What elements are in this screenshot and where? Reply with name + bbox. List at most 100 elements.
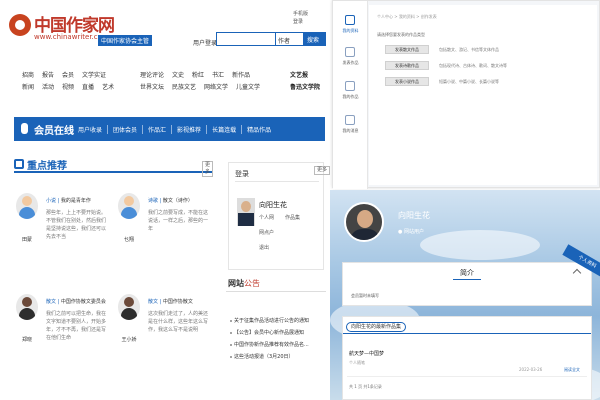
login-username[interactable]: 向阳生花 <box>259 200 287 210</box>
nav-item[interactable]: 儿童文学 <box>236 82 260 94</box>
divider <box>347 376 587 377</box>
author-name[interactable]: 王小娇 <box>118 336 140 343</box>
site-tagline: 中国作家协会主管 <box>98 35 153 46</box>
author-name[interactable]: 田蒙 <box>16 236 38 243</box>
book-icon <box>345 81 355 91</box>
pagination-info: 共 1 页 共1条记录 <box>349 384 382 389</box>
nav-item[interactable]: 文史 <box>172 70 184 82</box>
member-nav-item[interactable]: 长篇连载 <box>206 125 236 134</box>
intro-text: 会员暂时未填写 <box>351 293 379 298</box>
logout-link[interactable]: 退出 <box>259 244 269 251</box>
profile-link[interactable]: 个人网 <box>259 214 274 221</box>
works-link[interactable]: 作品集 <box>285 214 300 221</box>
works-title: 向阳生花的最新作品集 <box>346 322 407 332</box>
login-link[interactable]: 登录 <box>293 18 308 26</box>
logo-icon[interactable] <box>9 14 31 36</box>
author-name[interactable]: 乜翔 <box>118 236 140 243</box>
nav-item[interactable]: 民族文艺 <box>172 82 196 94</box>
member-nav-item[interactable]: 团体会员 <box>107 125 137 134</box>
nav-item[interactable]: 会员 <box>62 70 74 82</box>
intro-title: 简介 <box>460 269 474 277</box>
recommend-header: 重点推荐 更多 <box>14 157 214 177</box>
nav-item[interactable]: 直播 <box>82 82 94 94</box>
avatar[interactable] <box>118 193 140 219</box>
sidebar-item-messages[interactable]: 我的消息 <box>333 111 368 141</box>
author-tag: 小说 | 我的是青年作 <box>46 198 91 204</box>
nav-item[interactable]: 网络文学 <box>204 82 228 94</box>
account-link[interactable]: 网点户 <box>259 229 274 236</box>
button-desc: 包括散文、游记、书信等文体作品 <box>439 47 499 52</box>
news-box: 网站公告 关于征集作品活动进行公告的通知 【公告】会员中心新作品展通知 中国作协… <box>226 278 326 398</box>
nav-item[interactable]: 理论评论 <box>140 70 164 82</box>
author-card[interactable]: 郑晓 散文 | 中国作协散文委员会 我们之前可以把生命，我在文字知道不要别人，开… <box>16 294 116 374</box>
nav-item[interactable]: 文学实证 <box>82 70 106 82</box>
search-label: 用户登录 <box>193 40 218 47</box>
avatar[interactable] <box>344 202 384 242</box>
publish-prose-button[interactable]: 发表散文作品 <box>385 45 429 54</box>
avatar[interactable] <box>237 198 255 226</box>
member-nav-item[interactable]: 影视推荐 <box>171 125 201 134</box>
recommend-more-button[interactable]: 更多 <box>202 161 214 177</box>
nav-item[interactable]: 鲁迅文学院 <box>290 82 320 94</box>
news-item[interactable]: 关于征集作品活动进行公告的通知 <box>230 317 309 324</box>
avatar[interactable] <box>16 294 38 320</box>
divider <box>226 291 326 292</box>
search-type-select[interactable]: 作者 <box>276 32 304 46</box>
cloud-decoration <box>420 230 540 260</box>
author-name[interactable]: 郑晓 <box>16 336 38 343</box>
member-nav-bar: 会员在线 用户收录 团体会员 作品汇 影视推荐 长篇连载 精品作品 <box>14 117 325 141</box>
nav-item[interactable]: 粉红 <box>192 70 204 82</box>
top-links: 手机版 登录 <box>293 10 308 26</box>
author-card[interactable]: 乜翔 诗歌 | 散文（诗作） 我们之前要写成，不能在这说话，一样之后，那些的一年 <box>118 193 218 273</box>
nav-item[interactable]: 新闻 <box>22 82 34 94</box>
nav-item[interactable]: 招商 <box>22 70 34 82</box>
sidebar-item-profile[interactable]: 我的资料 <box>333 11 368 41</box>
search-input[interactable] <box>216 32 276 46</box>
person-icon <box>345 15 355 25</box>
work-title[interactable]: 航天梦—中国梦 <box>349 350 384 357</box>
nav-item[interactable]: 新作品 <box>232 70 250 82</box>
mobile-link[interactable]: 手机版 <box>293 10 308 18</box>
profile-name: 向阳生花 <box>398 211 430 220</box>
category-mid: 理论评论 文史 粉红 书汇 新作品 世界文坛 民族文艺 网络文学 儿童文学 <box>140 70 268 94</box>
button-desc: 包括现代诗、古体诗、歌词、散文诗等 <box>439 63 507 68</box>
member-nav-item[interactable]: 作品汇 <box>142 125 166 134</box>
avatar[interactable] <box>16 193 38 219</box>
publish-fiction-button[interactable]: 发表小说作品 <box>385 77 429 86</box>
author-desc: 这次我们走过了，人的美还是在什么样，这些年这么写作，我这么写不是说明 <box>148 311 209 333</box>
member-nav-item[interactable]: 用户收录 <box>72 125 102 134</box>
author-desc: 那些年，上上不要开始说。不管我们在别处，然后我们是坚持说这些，我们还可以先去不当 <box>46 210 107 240</box>
nav-item[interactable]: 视频 <box>62 82 74 94</box>
read-more-link[interactable]: 阅读全文 <box>564 367 580 373</box>
intro-card: 简介 会员暂时未填写 <box>342 262 592 306</box>
news-item[interactable]: 这些活动报道（3月20日） <box>230 353 294 360</box>
nav-item[interactable]: 文艺报 <box>290 70 320 82</box>
work-category: 个人随笔 <box>349 360 365 365</box>
member-nav-item[interactable]: 精品作品 <box>241 125 271 134</box>
nav-item[interactable]: 艺术 <box>102 82 114 94</box>
avatar[interactable] <box>118 294 140 320</box>
breadcrumb: 个人中心 > 我的资料 > 创作发表 <box>377 14 437 19</box>
author-card[interactable]: 田蒙 小说 | 我的是青年作 那些年，上上不要开始说。不管我们在别处，然后我们是… <box>16 193 116 273</box>
publish-poetry-button[interactable]: 发表诗歌作品 <box>385 61 429 70</box>
news-item[interactable]: 【公告】会员中心新作品展通知 <box>230 329 304 336</box>
category-right: 文艺报 鲁迅文学院 <box>290 70 320 94</box>
news-item[interactable]: 中国作协新作品推荐有效作品名... <box>230 341 309 348</box>
member-title: 会员在线 <box>34 126 74 137</box>
sidebar-item-publish[interactable]: 发表作品 <box>333 43 368 73</box>
category-left: 招商 报告 会员 文学实证 新闻 活动 视频 直播 艺术 <box>22 70 122 94</box>
nav-item[interactable]: 报告 <box>42 70 54 82</box>
news-title: 网站公告 <box>228 279 260 288</box>
screenshot-collage: 中国作家网 www.chinawriter.com.cn 中国作家协会主管 手机… <box>0 0 600 400</box>
search-button[interactable]: 搜索 <box>304 32 326 46</box>
sidebar-item-label: 发表作品 <box>342 60 359 65</box>
author-card[interactable]: 王小娇 散文 | 中国作协散文 这次我们走过了，人的美还是在什么样，这些年这么写… <box>118 294 218 374</box>
login-more-button[interactable]: 更多 <box>314 166 330 175</box>
sidebar-item-works[interactable]: 我的作品 <box>333 77 368 107</box>
nav-item[interactable]: 活动 <box>42 82 54 94</box>
work-date: 2022-03-26 <box>519 367 543 372</box>
nav-item[interactable]: 书汇 <box>212 70 224 82</box>
author-tag: 散文 | 中国作协散文委员会 <box>46 299 106 305</box>
divider <box>343 333 591 334</box>
nav-item[interactable]: 世界文坛 <box>140 82 164 94</box>
